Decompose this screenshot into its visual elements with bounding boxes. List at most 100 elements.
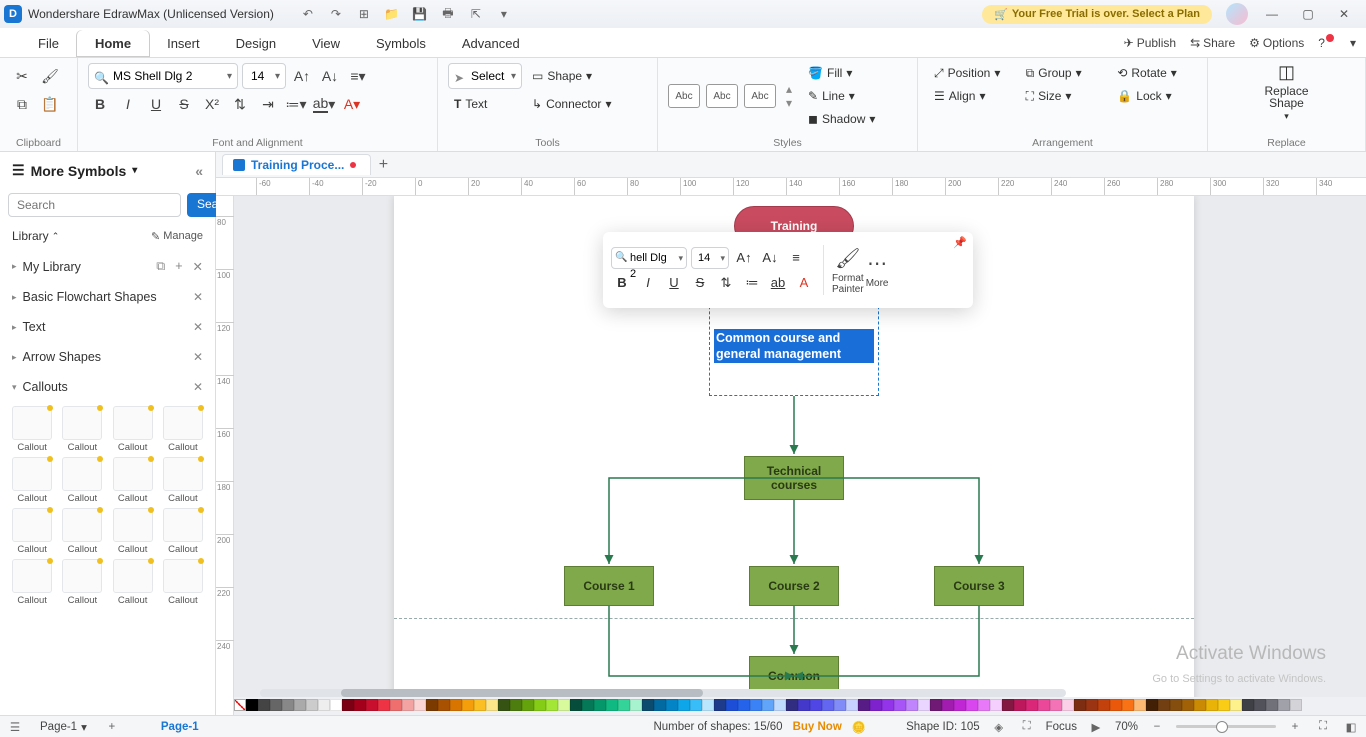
shape-callout-4[interactable]: Callout — [8, 457, 56, 504]
color-swatch[interactable] — [930, 699, 942, 711]
color-swatch[interactable] — [870, 699, 882, 711]
color-swatch[interactable] — [246, 699, 258, 711]
qat-more[interactable]: ▾ — [490, 2, 518, 26]
shape-callout-1[interactable]: Callout — [58, 406, 106, 453]
close-icon[interactable]: ✕ — [193, 320, 203, 334]
ctx-font-dropdown[interactable]: 🔍hell Dlg 2 — [611, 247, 687, 269]
color-swatch[interactable] — [810, 699, 822, 711]
lock-button[interactable]: 🔒 Lock▾ — [1111, 85, 1197, 107]
color-swatch[interactable] — [990, 699, 1002, 711]
color-swatch[interactable] — [678, 699, 690, 711]
lib-arrow[interactable]: ▸Arrow Shapes✕ — [0, 342, 215, 372]
user-avatar[interactable] — [1226, 3, 1248, 25]
gallery-down[interactable]: ▾ — [786, 96, 792, 110]
color-swatch[interactable] — [1146, 699, 1158, 711]
color-swatch[interactable] — [798, 699, 810, 711]
undo-button[interactable]: ↶ — [294, 2, 322, 26]
tab-insert[interactable]: Insert — [149, 30, 218, 57]
font-size-dropdown[interactable]: 14 — [242, 63, 286, 89]
color-swatch[interactable] — [1206, 699, 1218, 711]
page-tab[interactable]: Page-1 — [161, 721, 199, 733]
close-icon[interactable]: ✕ — [193, 380, 203, 394]
paste-icon[interactable]: 📋 — [38, 92, 62, 116]
superscript-icon[interactable]: X² — [200, 92, 224, 116]
layers-icon[interactable]: ◈ — [990, 718, 1008, 736]
publish-button[interactable]: ✈ Publish — [1124, 36, 1176, 50]
ctx-more[interactable]: ⋯More — [866, 251, 889, 289]
gallery-up[interactable]: ▴ — [786, 82, 792, 96]
color-swatch[interactable] — [1098, 699, 1110, 711]
color-swatch[interactable] — [582, 699, 594, 711]
tab-symbols[interactable]: Symbols — [358, 30, 444, 57]
color-swatch[interactable] — [390, 699, 402, 711]
line-button[interactable]: ✎ Line ▾ — [802, 85, 881, 107]
color-swatch[interactable] — [282, 699, 294, 711]
ctx-bullets-icon[interactable]: ≔ — [741, 272, 763, 294]
shape-callout-6[interactable]: Callout — [109, 457, 157, 504]
print-button[interactable]: 🖶 — [434, 2, 462, 26]
color-swatch[interactable] — [1086, 699, 1098, 711]
color-swatch[interactable] — [1134, 699, 1146, 711]
zoom-out-icon[interactable]: − — [1148, 718, 1166, 736]
color-swatch[interactable] — [894, 699, 906, 711]
lib-text[interactable]: ▸Text✕ — [0, 312, 215, 342]
decrease-font-icon[interactable]: A↓ — [318, 64, 342, 88]
cut-icon[interactable]: ✂ — [10, 64, 34, 88]
doc-tab-training[interactable]: Training Proce... — [222, 154, 371, 175]
close-button[interactable]: ✕ — [1326, 0, 1362, 28]
lib-basic-flowchart[interactable]: ▸Basic Flowchart Shapes✕ — [0, 282, 215, 312]
color-swatch[interactable] — [942, 699, 954, 711]
ctx-strike-icon[interactable]: S — [689, 272, 711, 294]
color-swatch[interactable] — [1218, 699, 1230, 711]
focus-label[interactable]: Focus — [1046, 721, 1077, 733]
copy-icon[interactable]: ⧉ — [10, 92, 34, 116]
color-swatch[interactable] — [726, 699, 738, 711]
zoom-slider[interactable] — [1176, 725, 1276, 728]
style-swatch[interactable]: Abc — [668, 84, 700, 108]
color-swatch[interactable] — [666, 699, 678, 711]
color-swatch[interactable] — [534, 699, 546, 711]
color-swatch[interactable] — [558, 699, 570, 711]
color-swatch[interactable] — [714, 699, 726, 711]
select-tool[interactable]: ➤Select — [448, 63, 522, 89]
align-button[interactable]: ☰ Align▾ — [928, 85, 1014, 107]
panels-icon[interactable]: ◧ — [1342, 718, 1360, 736]
color-swatch[interactable] — [594, 699, 606, 711]
style-gallery[interactable]: Abc Abc Abc — [668, 84, 776, 108]
present-icon[interactable]: ▶ — [1087, 718, 1105, 736]
lib-my-library[interactable]: ▸My Library⧉+✕ — [0, 251, 215, 282]
color-swatch[interactable] — [1050, 699, 1062, 711]
color-swatch[interactable] — [450, 699, 462, 711]
color-swatch[interactable] — [966, 699, 978, 711]
color-swatch[interactable] — [918, 699, 930, 711]
ctx-decrease-font-icon[interactable]: A↓ — [759, 247, 781, 269]
text-fx-icon[interactable]: ab▾ — [312, 92, 336, 116]
color-swatch[interactable] — [774, 699, 786, 711]
color-swatch[interactable] — [366, 699, 378, 711]
zoom-in-icon[interactable]: + — [1286, 718, 1304, 736]
shape-callout-12[interactable]: Callout — [8, 559, 56, 606]
ctx-highlight-icon[interactable]: ab — [767, 272, 789, 294]
connector-tool[interactable]: ↳ Connector ▾ — [526, 93, 617, 115]
color-swatch[interactable] — [474, 699, 486, 711]
bullets-icon[interactable]: ≔▾ — [284, 92, 308, 116]
tab-home[interactable]: Home — [77, 30, 149, 57]
library-label[interactable]: Library — [12, 229, 49, 243]
align-dd-icon[interactable]: ≡▾ — [346, 64, 370, 88]
color-swatch[interactable] — [546, 699, 558, 711]
fit-page-icon[interactable]: ⛶ — [1314, 718, 1332, 736]
color-swatch[interactable] — [606, 699, 618, 711]
shape-callout-15[interactable]: Callout — [159, 559, 207, 606]
color-swatch[interactable] — [630, 699, 642, 711]
style-swatch[interactable]: Abc — [706, 84, 738, 108]
shape-callout-2[interactable]: Callout — [109, 406, 157, 453]
pin-icon[interactable]: ⧉ — [156, 259, 165, 274]
color-swatch[interactable] — [378, 699, 390, 711]
color-swatch[interactable] — [330, 699, 342, 711]
add-page-icon[interactable]: + — [103, 718, 121, 736]
minimize-button[interactable]: — — [1254, 0, 1290, 28]
page-selector[interactable]: Page-1 ▾ — [34, 718, 93, 736]
style-swatch[interactable]: Abc — [744, 84, 776, 108]
increase-font-icon[interactable]: A↑ — [290, 64, 314, 88]
notify-button[interactable]: ? — [1318, 36, 1336, 50]
